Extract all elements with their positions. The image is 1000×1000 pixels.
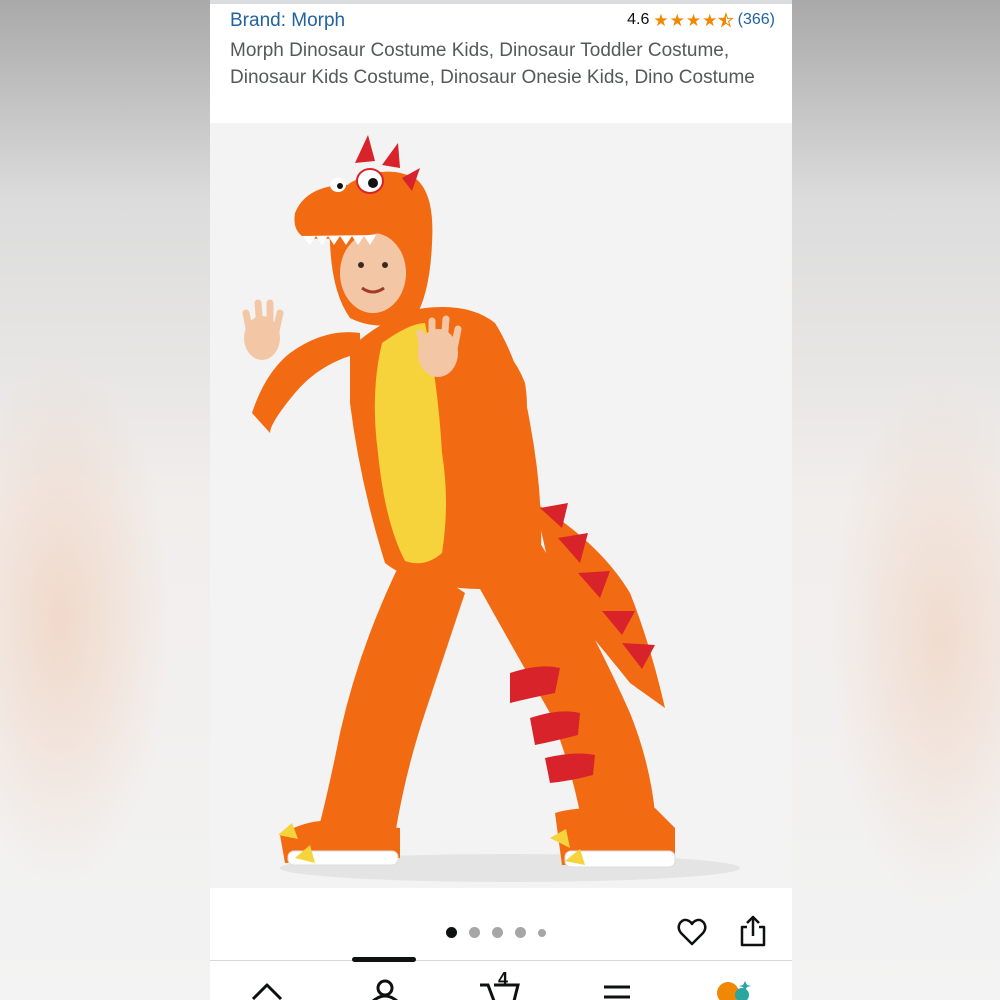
bottom-navigation: 4: [210, 957, 792, 1000]
background-left: [0, 0, 210, 1000]
product-page: Brand: Morph 4.6 ★ ★ ★ ★ ★ (366) Morph D…: [210, 0, 792, 1000]
cart-icon[interactable]: 4: [478, 969, 524, 1000]
top-divider: [210, 0, 792, 4]
heart-icon[interactable]: [676, 916, 708, 948]
background-right: [790, 0, 1000, 1000]
brand-link[interactable]: Brand: Morph: [230, 10, 345, 32]
rufus-icon[interactable]: [715, 979, 753, 1000]
review-count-link[interactable]: (366): [738, 11, 775, 29]
image-pagination[interactable]: [446, 927, 546, 938]
pagination-dot[interactable]: [492, 927, 503, 938]
half-star-icon: ★: [718, 10, 734, 30]
star-icon: ★: [653, 10, 669, 30]
pagination-dot[interactable]: [538, 928, 546, 937]
rating-summary[interactable]: 4.6 ★ ★ ★ ★ ★ (366): [627, 11, 775, 29]
active-tab-indicator: [352, 957, 416, 962]
cart-count: 4: [498, 969, 509, 989]
pagination-dot[interactable]: [469, 927, 480, 938]
account-icon[interactable]: [370, 977, 400, 1000]
home-icon[interactable]: [250, 977, 284, 1000]
pagination-dot[interactable]: [515, 927, 526, 938]
rating-value: 4.6: [627, 11, 650, 28]
star-icon: ★: [669, 10, 685, 30]
star-icon: ★: [685, 10, 702, 30]
share-icon[interactable]: [738, 914, 768, 948]
product-title: Morph Dinosaur Costume Kids, Dinosaur To…: [230, 40, 755, 88]
dinosaur-costume-image: [242, 135, 740, 882]
product-image[interactable]: [210, 123, 792, 888]
menu-icon[interactable]: [602, 977, 632, 1000]
pagination-dot[interactable]: [446, 927, 457, 938]
star-rating: ★ ★ ★ ★ ★: [653, 10, 734, 30]
star-icon: ★: [702, 10, 718, 30]
